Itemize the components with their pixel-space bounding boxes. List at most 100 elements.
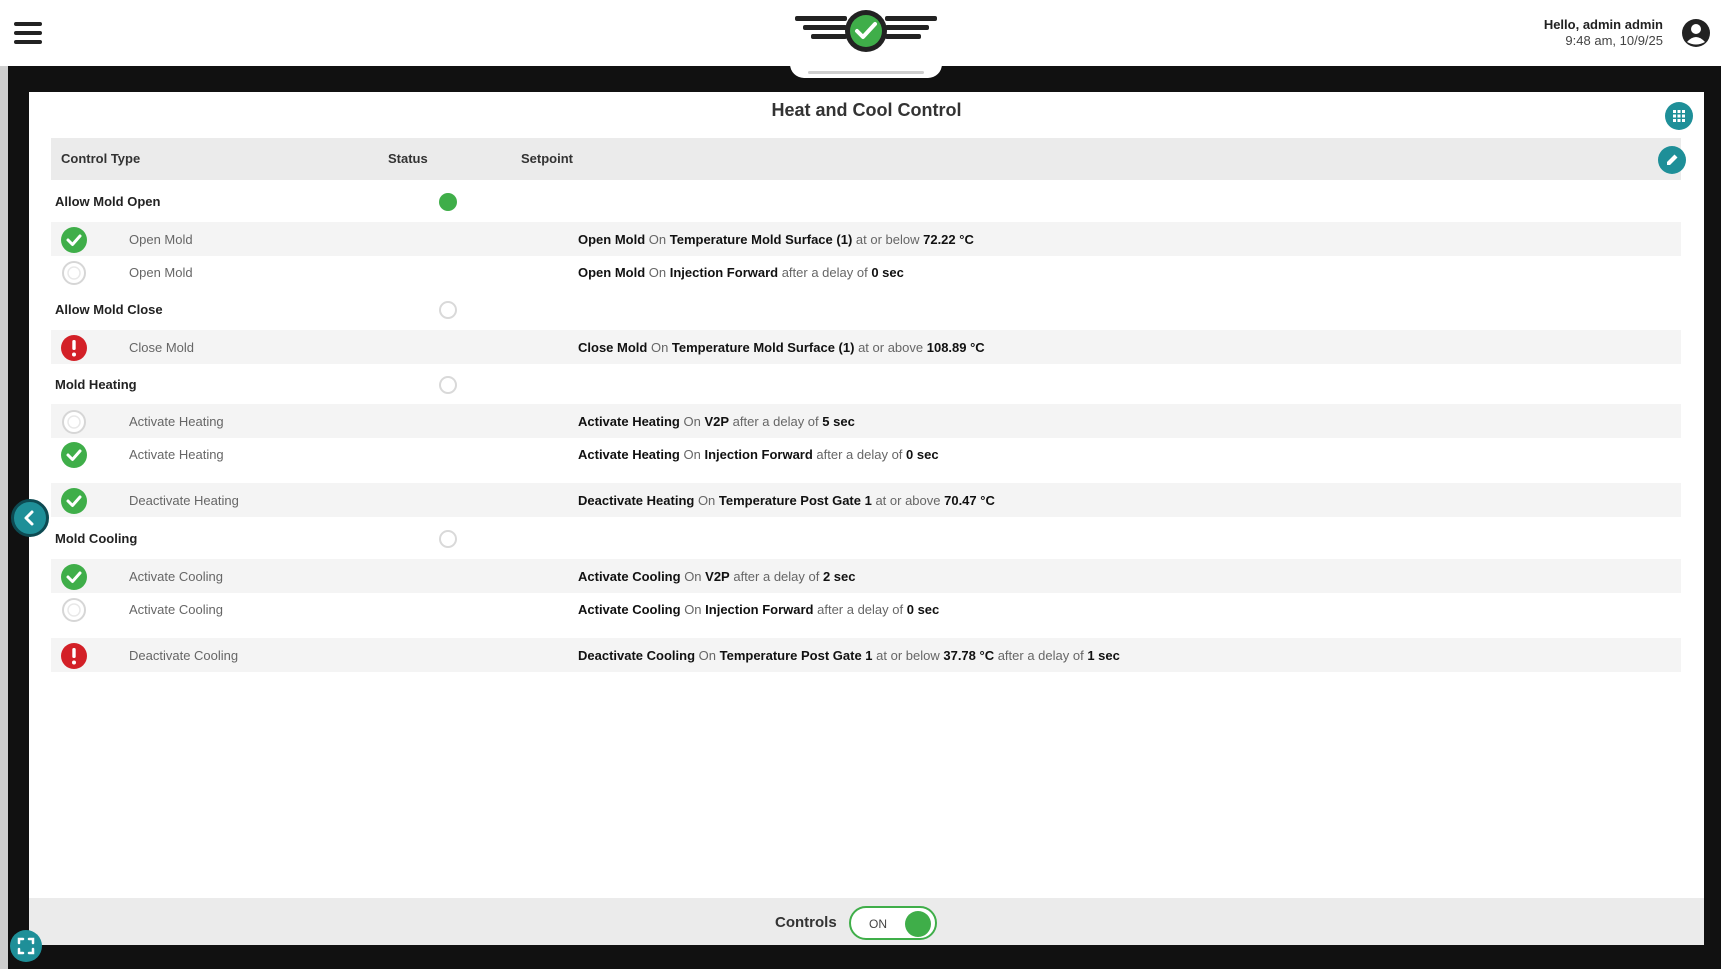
setpoint-text: Open Mold On Injection Forward after a d… — [578, 265, 904, 280]
setpoint-connector: On — [695, 648, 720, 663]
column-header-control-type: Control Type — [61, 151, 141, 166]
setpoint-connector: On — [679, 447, 705, 462]
setpoint-connector: after a delay of — [729, 414, 823, 429]
setpoint-connector: On — [680, 602, 706, 617]
setpoint-connector: at or below — [852, 232, 924, 247]
setpoint-value: Activate Cooling — [578, 569, 681, 584]
setpoint-connector: after a delay of — [778, 265, 872, 280]
setpoint-value: 108.89 °C — [926, 340, 985, 355]
table-row[interactable]: Open Mold Open Mold On Temperature Mold S… — [51, 222, 1681, 256]
status-dot — [439, 530, 457, 548]
hamburger-menu-icon[interactable] — [14, 22, 42, 44]
table-row[interactable]: Activate Cooling Activate Cooling On V2P … — [51, 559, 1681, 593]
check-icon — [61, 227, 87, 253]
table-row[interactable]: Deactivate Heating Deactivate Heating On … — [51, 483, 1681, 517]
controls-footer: Controls ON — [29, 898, 1704, 945]
edit-button[interactable] — [1658, 146, 1686, 174]
toggle-knob — [905, 911, 931, 937]
group-row: Mold Heating — [51, 369, 1681, 399]
setpoint-value: Injection Forward — [669, 265, 779, 280]
chevron-left-icon — [24, 510, 34, 526]
column-header-setpoint: Setpoint — [521, 151, 573, 166]
setpoint-value: Deactivate Heating — [578, 493, 695, 508]
column-header-status: Status — [388, 151, 428, 166]
setpoint-value: 0 sec — [906, 447, 939, 462]
controls-toggle[interactable]: ON — [849, 906, 937, 940]
heat-cool-panel: Heat and Cool Control Control Type Statu… — [29, 92, 1704, 945]
group-row: Allow Mold Open — [51, 186, 1681, 216]
control-label: Deactivate Heating — [129, 493, 239, 508]
group-label: Allow Mold Close — [55, 302, 163, 317]
setpoint-connector: at or above — [871, 493, 945, 508]
control-label: Open Mold — [129, 232, 193, 247]
table-row[interactable]: Open Mold Open Mold On Injection Forward … — [51, 255, 1681, 289]
setpoint-value: 5 sec — [822, 414, 855, 429]
setpoint-value: Open Mold — [578, 232, 646, 247]
setpoint-value: Injection Forward — [704, 447, 813, 462]
table-header: Control Type Status Setpoint — [51, 138, 1681, 180]
setpoint-text: Activate Cooling On Injection Forward af… — [578, 602, 939, 617]
user-info: Hello, admin admin 9:48 am, 10/9/25 — [1544, 17, 1663, 49]
setpoint-value: Injection Forward — [705, 602, 814, 617]
setpoint-value: V2P — [704, 414, 730, 429]
controls-label: Controls — [775, 914, 837, 931]
app-logo — [790, 0, 942, 78]
setpoint-value: Activate Heating — [578, 447, 680, 462]
setpoint-connector: after a delay of — [729, 569, 823, 584]
control-label: Activate Cooling — [129, 569, 223, 584]
setpoint-connector: after a delay of — [813, 602, 907, 617]
pencil-icon — [1667, 154, 1678, 165]
setpoint-value: 2 sec — [822, 569, 856, 584]
setpoint-value: Temperature Mold Surface (1) — [671, 340, 855, 355]
pending-icon — [62, 598, 86, 622]
setpoint-value: Temperature Post Gate 1 — [718, 493, 872, 508]
setpoint-connector: On — [680, 569, 706, 584]
table-row[interactable]: Activate Heating Activate Heating On Inje… — [51, 437, 1681, 471]
winged-check-logo-icon — [795, 10, 937, 52]
table-row[interactable]: Deactivate Cooling Deactivate Cooling On … — [51, 638, 1681, 672]
page-title: Heat and Cool Control — [771, 100, 962, 120]
setpoint-text: Activate Cooling On V2P after a delay of… — [578, 569, 856, 584]
setpoint-connector: On — [647, 340, 672, 355]
group-label: Allow Mold Open — [55, 194, 161, 209]
setpoint-value: Close Mold — [578, 340, 648, 355]
control-label: Activate Cooling — [129, 602, 223, 617]
setpoint-text: Open Mold On Temperature Mold Surface (1… — [578, 232, 974, 247]
fullscreen-button[interactable] — [10, 930, 42, 962]
setpoint-value: Open Mold — [578, 265, 646, 280]
account-icon[interactable] — [1681, 18, 1711, 48]
setpoint-text: Deactivate Heating On Temperature Post G… — [578, 493, 995, 508]
setpoint-connector: On — [645, 265, 670, 280]
table-row[interactable]: Close Mold Close Mold On Temperature Mold… — [51, 330, 1681, 364]
control-label: Close Mold — [129, 340, 195, 355]
grid-view-button[interactable] — [1665, 102, 1693, 130]
setpoint-value: 72.22 °C — [923, 232, 974, 247]
setpoint-text: Activate Heating On Injection Forward af… — [578, 447, 939, 462]
user-greeting: Hello, admin admin — [1543, 17, 1663, 32]
setpoint-connector: at or below — [872, 648, 944, 663]
control-label: Activate Heating — [129, 447, 224, 462]
setpoint-connector: after a delay of — [812, 447, 907, 462]
check-icon — [61, 442, 87, 468]
group-label: Mold Heating — [55, 377, 137, 392]
table-row[interactable]: Activate Cooling Activate Cooling On Inje… — [51, 592, 1681, 626]
group-label: Mold Cooling — [55, 531, 138, 546]
setpoint-value: 0 sec — [871, 265, 904, 280]
setpoint-value: 37.78 °C — [943, 648, 995, 663]
setpoint-value: Temperature Mold Surface (1) — [669, 232, 853, 247]
alert-icon — [61, 643, 87, 669]
current-datetime: 9:48 am, 10/9/25 — [1565, 33, 1663, 48]
setpoint-text: Close Mold On Temperature Mold Surface (… — [578, 340, 985, 355]
expand-icon — [17, 937, 35, 955]
alert-icon — [61, 335, 87, 361]
collapse-sidebar-button[interactable] — [11, 499, 49, 537]
check-icon — [61, 488, 87, 514]
status-dot — [439, 376, 457, 394]
pending-icon — [62, 410, 86, 434]
table-row[interactable]: Activate Heating Activate Heating On V2P … — [51, 404, 1681, 438]
group-row: Mold Cooling — [51, 523, 1681, 553]
setpoint-value: Temperature Post Gate 1 — [719, 648, 873, 663]
toggle-state-text: ON — [869, 917, 887, 931]
grid-icon — [1673, 110, 1685, 122]
status-dot — [439, 193, 457, 211]
